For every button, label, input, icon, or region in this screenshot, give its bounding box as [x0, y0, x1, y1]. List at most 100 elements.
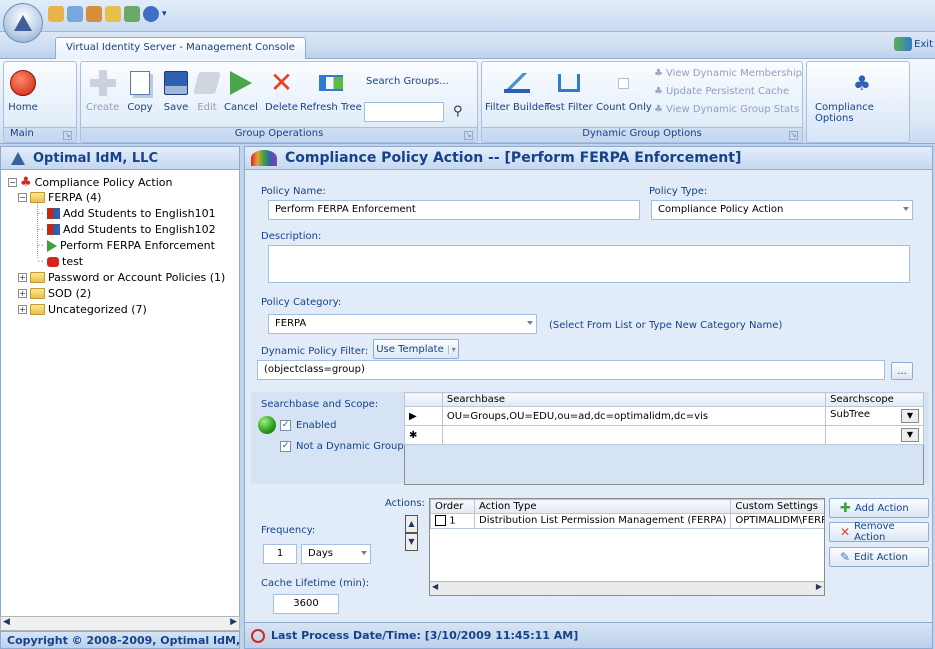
test-filter-button[interactable]: Test Filter: [545, 68, 593, 113]
qat-customize-icon[interactable]: ▾: [162, 9, 167, 19]
create-label: Create: [86, 102, 120, 113]
searchscope-cell[interactable]: ▼: [825, 425, 924, 445]
new-row[interactable]: ✱ ▼: [404, 425, 924, 445]
expand-icon[interactable]: +: [18, 305, 27, 314]
delete-button[interactable]: ✕ Delete: [265, 68, 298, 114]
save-icon: [161, 68, 191, 98]
tree-node-sod[interactable]: + SOD (2): [18, 287, 91, 300]
view-dynamic-group-stats-label: View Dynamic Group Stats: [665, 104, 800, 115]
searchbase-cell[interactable]: OU=Groups,OU=EDU,ou=ad,dc=optimalidm,dc=…: [441, 406, 827, 426]
qat-help-icon[interactable]: [143, 6, 159, 22]
tab-management-console[interactable]: Virtual Identity Server - Management Con…: [55, 37, 306, 59]
dialog-launcher-icon[interactable]: ↘: [63, 131, 72, 140]
remove-action-button[interactable]: ✕ Remove Action: [829, 521, 929, 543]
policy-category-select[interactable]: FERPA: [268, 314, 537, 334]
tree-node-test[interactable]: ·· test: [37, 255, 83, 268]
qat-export-icon[interactable]: [86, 6, 102, 22]
qat-chart-icon[interactable]: [67, 6, 83, 22]
filter-browse-button[interactable]: ...: [891, 362, 913, 380]
filter-input[interactable]: (objectclass=group): [257, 360, 885, 380]
play-icon: [47, 239, 57, 252]
scroll-right-icon[interactable]: ▶: [816, 582, 822, 591]
collapse-icon[interactable]: −: [18, 193, 27, 202]
table-row[interactable]: 1 Distribution List Permission Managemen…: [430, 513, 824, 529]
cancel-button[interactable]: Cancel: [224, 68, 258, 113]
tree-node-english101[interactable]: ·· Add Students to English101: [37, 207, 216, 220]
cancel-icon: [226, 68, 256, 98]
checkbox-checked-icon: ✓: [280, 441, 291, 452]
search-groups-input[interactable]: [364, 102, 444, 122]
edit-action-button[interactable]: ✎ Edit Action: [829, 547, 929, 567]
tree-horizontal-scrollbar[interactable]: ◀ ▶: [0, 616, 240, 631]
dialog-launcher-icon[interactable]: ↘: [464, 131, 473, 140]
chevron-down-icon: [361, 551, 367, 555]
save-button[interactable]: Save: [161, 68, 191, 113]
expand-icon[interactable]: +: [18, 289, 27, 298]
home-button[interactable]: Home: [8, 68, 38, 113]
use-template-button[interactable]: Use Template ▾: [373, 339, 459, 359]
create-button[interactable]: Create: [86, 68, 119, 113]
order-cell[interactable]: 1: [430, 513, 475, 529]
edit-label: Edit: [197, 102, 217, 113]
tree-node-ferpa[interactable]: − FERPA (4): [18, 191, 101, 204]
description-input[interactable]: [268, 245, 910, 283]
cache-lifetime-input[interactable]: 3600: [273, 594, 339, 614]
count-only-checkbox[interactable]: Count Only: [596, 68, 652, 113]
tree-node-english102[interactable]: ·· Add Students to English102: [37, 223, 216, 236]
collapse-icon[interactable]: −: [8, 178, 17, 187]
exit-button[interactable]: Exit: [894, 35, 933, 53]
custom-settings-cell[interactable]: OPTIMALIDM\FERPA ...: [730, 513, 824, 529]
searchscope-column-header[interactable]: Searchscope: [825, 392, 924, 407]
edit-button[interactable]: Edit: [192, 68, 222, 113]
action-type-column-header[interactable]: Action Type: [473, 499, 732, 514]
chevron-down-icon[interactable]: ▼: [901, 409, 919, 423]
policy-name-input[interactable]: Perform FERPA Enforcement: [268, 200, 640, 220]
policy-type-select[interactable]: Compliance Policy Action: [651, 200, 913, 220]
frequency-input[interactable]: 1: [263, 544, 297, 564]
move-down-icon[interactable]: ▼: [405, 533, 418, 551]
custom-settings-column-header[interactable]: Custom Settings: [730, 499, 824, 514]
view-dynamic-group-stats-button[interactable]: ♣ View Dynamic Group Stats: [654, 104, 799, 115]
not-dynamic-group-checkbox[interactable]: ✓ Not a Dynamic Group: [280, 441, 404, 452]
add-action-button[interactable]: ✚ Add Action: [829, 498, 929, 518]
searchbase-column-header[interactable]: Searchbase: [441, 392, 827, 407]
view-dynamic-membership-label: View Dynamic Membership: [665, 68, 802, 79]
folder-icon: [30, 304, 45, 315]
scroll-right-icon[interactable]: ▶: [230, 617, 237, 627]
compliance-options-button[interactable]: ♣ Compliance Options: [815, 68, 909, 124]
scroll-left-icon[interactable]: ◀: [432, 582, 438, 591]
qat-search-icon[interactable]: [105, 6, 121, 22]
row-checkbox[interactable]: [435, 515, 446, 526]
searchscope-cell[interactable]: SubTree ▼: [825, 406, 924, 426]
chevron-down-icon[interactable]: ▼: [901, 428, 919, 442]
application-menu-button[interactable]: [3, 3, 43, 43]
move-up-icon[interactable]: ▲: [405, 515, 418, 533]
tree-node-password[interactable]: + Password or Account Policies (1): [18, 271, 225, 284]
filter-builder-button[interactable]: Filter Builder: [485, 68, 548, 113]
tree-node-root[interactable]: − ♣ Compliance Policy Action: [8, 175, 173, 190]
view-dynamic-membership-button[interactable]: ♣ View Dynamic Membership: [654, 68, 802, 79]
refresh-tree-button[interactable]: Refresh Tree: [300, 68, 362, 113]
binoculars-icon[interactable]: ⚲: [453, 104, 463, 119]
qat-tool-icon[interactable]: [48, 6, 64, 22]
frequency-unit-select[interactable]: Days: [301, 544, 371, 564]
update-persistent-cache-button[interactable]: ♣ Update Persistent Cache: [654, 86, 789, 97]
copy-button[interactable]: Copy: [125, 68, 155, 113]
expand-icon[interactable]: +: [18, 273, 27, 282]
searchbase-cell[interactable]: [441, 425, 827, 445]
qat-users-icon[interactable]: [124, 6, 140, 22]
scroll-left-icon[interactable]: ◀: [3, 617, 10, 627]
tree-node-perform-ferpa[interactable]: ·· Perform FERPA Enforcement: [37, 239, 215, 252]
actions-horizontal-scrollbar[interactable]: ◀ ▶: [430, 581, 824, 595]
tree-node-uncategorized[interactable]: + Uncategorized (7): [18, 303, 147, 316]
searchbase-grid[interactable]: Searchbase Searchscope ▶ OU=Groups,OU=ED…: [404, 392, 924, 485]
table-row[interactable]: ▶ OU=Groups,OU=EDU,ou=ad,dc=optimalidm,d…: [404, 406, 924, 426]
order-column-header[interactable]: Order: [430, 499, 475, 514]
actions-grid[interactable]: Order Action Type Custom Settings 1 Dist…: [429, 498, 825, 596]
enabled-checkbox[interactable]: ✓ Enabled: [280, 420, 336, 431]
count-only-label: Count Only: [596, 102, 652, 113]
action-type-cell[interactable]: Distribution List Permission Management …: [473, 513, 732, 529]
dialog-launcher-icon[interactable]: ↘: [789, 131, 798, 140]
policy-type-label: Policy Type:: [649, 186, 708, 197]
policy-tree[interactable]: − ♣ Compliance Policy Action − FERPA (4)…: [0, 170, 240, 616]
